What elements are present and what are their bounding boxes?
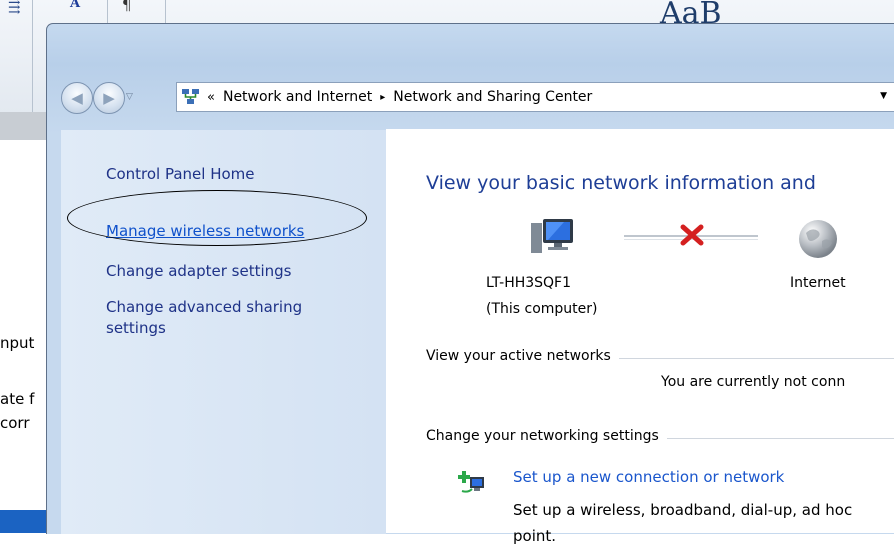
breadcrumb-network-and-internet[interactable]: Network and Internet — [223, 89, 372, 105]
networking-settings-heading: Change your networking settings — [426, 428, 667, 444]
back-button[interactable]: ◀ — [61, 82, 93, 114]
computer-caption-label: (This computer) — [486, 301, 598, 317]
indent-icon[interactable]: ⇶ — [8, 0, 21, 16]
taskbar — [0, 510, 50, 533]
background-text: corr — [0, 414, 30, 432]
recent-pages-dropdown-icon[interactable]: ▽ — [126, 92, 133, 102]
internet-globe-icon — [799, 220, 837, 258]
highlight-ellipse — [67, 190, 367, 246]
page-title: View your basic network information and — [426, 172, 816, 194]
background-text: nput — [0, 334, 35, 352]
change-advanced-sharing-link[interactable]: Change advanced sharing — [106, 297, 302, 318]
change-adapter-settings-link[interactable]: Change adapter settings — [106, 261, 292, 282]
font-color-icon[interactable]: A — [70, 0, 80, 11]
not-connected-status: You are currently not conn — [661, 374, 846, 390]
address-dropdown-icon[interactable]: ▼ — [880, 91, 887, 101]
setup-connection-description-line2: point. — [513, 527, 557, 545]
change-advanced-sharing-link-line2[interactable]: settings — [106, 318, 166, 339]
setup-connection-description: Set up a wireless, broadband, dial-up, a… — [513, 501, 853, 519]
network-icon — [181, 87, 201, 107]
forward-arrow-icon: ▶ — [103, 89, 115, 107]
disconnected-x-icon[interactable] — [679, 223, 705, 247]
breadcrumb-separator-icon[interactable]: ▸ — [380, 92, 385, 103]
main-content: View your basic network information and … — [386, 129, 894, 545]
breadcrumb-network-sharing-center[interactable]: Network and Sharing Center — [393, 89, 592, 105]
internet-label[interactable]: Internet — [790, 275, 846, 291]
address-bar[interactable]: « Network and Internet ▸ Network and Sha… — [176, 82, 894, 112]
background-text: ate f — [0, 390, 35, 408]
control-panel-home-link[interactable]: Control Panel Home — [106, 164, 255, 185]
background-panel — [0, 112, 50, 140]
pilcrow-icon[interactable]: ¶ — [122, 0, 132, 14]
new-connection-icon — [458, 471, 484, 493]
forward-button[interactable]: ▶ — [93, 82, 125, 114]
setup-new-connection-link[interactable]: Set up a new connection or network — [513, 468, 784, 486]
back-arrow-icon: ◀ — [71, 89, 83, 107]
computer-icon — [531, 219, 573, 253]
breadcrumb-overflow-icon[interactable]: « — [207, 90, 215, 105]
computer-name-label: LT-HH3SQF1 — [486, 275, 572, 291]
active-networks-heading: View your active networks — [426, 348, 619, 364]
